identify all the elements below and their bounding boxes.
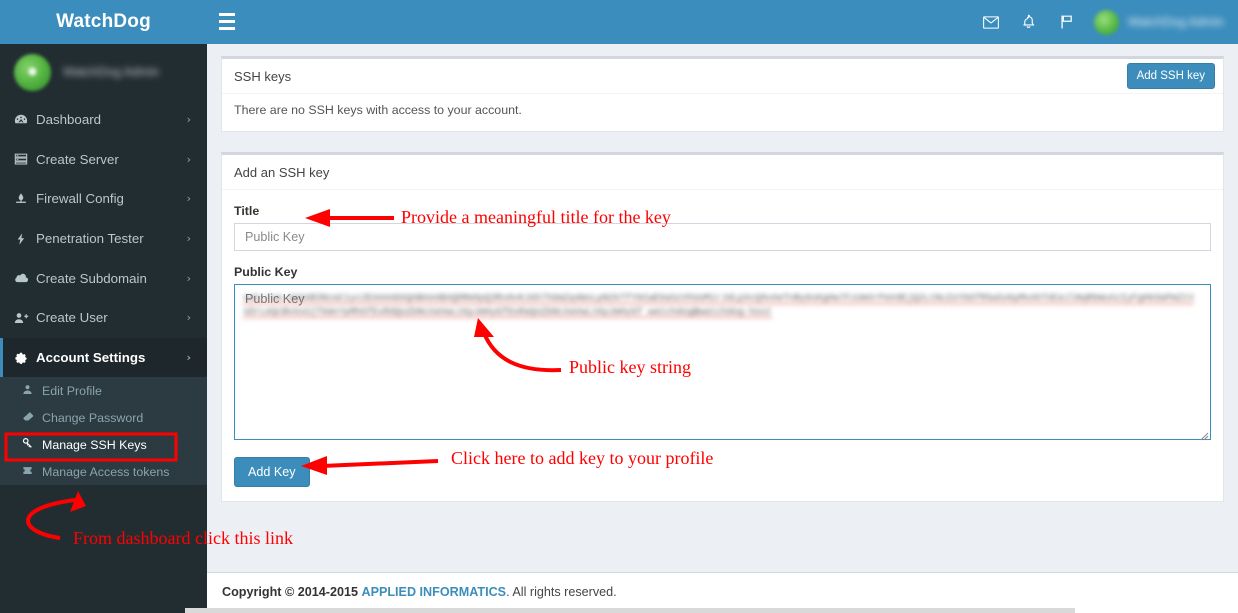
ssh-keys-box-header: SSH keys Add SSH key	[222, 59, 1223, 94]
sidebar-item-manage-ssh-keys[interactable]: Manage SSH Keys	[0, 431, 207, 458]
sidebar-user-name: WatchDog Admin	[63, 65, 160, 79]
title-input[interactable]	[234, 223, 1211, 251]
sidebar-item-create-user[interactable]: Create User ›	[0, 298, 207, 338]
sidebar-subitem-label: Change Password	[42, 410, 144, 425]
user-avatar-icon: ●	[26, 61, 39, 82]
server-icon	[14, 152, 36, 166]
sidebar-subitem-label: Manage SSH Keys	[42, 437, 147, 452]
add-ssh-key-button[interactable]: Add SSH key	[1126, 63, 1215, 89]
footer-rights: . All rights reserved.	[506, 585, 617, 599]
sidebar-item-penetration-tester[interactable]: Penetration Tester ›	[0, 219, 207, 259]
sidebar-nav: Dashboard › Create Server › Firewall Con…	[0, 100, 207, 378]
add-ssh-key-box: Add an SSH key Title Public Key ssh-rsa …	[221, 152, 1224, 502]
add-ssh-key-form: Title Public Key ssh-rsa AAAAB3NzaC1yc2E…	[222, 190, 1223, 501]
add-ssh-key-box-header: Add an SSH key	[222, 155, 1223, 190]
chevron-right-icon: ›	[186, 232, 191, 246]
public-key-textarea-wrapper: ssh-rsa AAAAB3NzaC1yc2EAAAADAQABAAABAQDR…	[234, 284, 1211, 443]
chevron-right-icon: ›	[186, 152, 191, 166]
brand-title: WatchDog	[56, 11, 151, 32]
user-plus-icon	[14, 311, 36, 325]
chevron-right-icon: ›	[186, 350, 191, 364]
add-ssh-key-title: Add an SSH key	[234, 164, 330, 180]
sidebar-item-label: Create Subdomain	[36, 270, 147, 286]
sidebar-item-label: Account Settings	[36, 349, 146, 365]
sidebar-item-create-server[interactable]: Create Server ›	[0, 140, 207, 180]
form-actions: Add Key	[234, 457, 1211, 487]
sidebar-item-label: Firewall Config	[36, 191, 124, 207]
bolt-icon	[14, 232, 36, 246]
chevron-right-icon: ›	[186, 271, 191, 285]
bell-icon[interactable]	[1010, 0, 1048, 44]
sidebar-item-firewall-config[interactable]: Firewall Config ›	[0, 179, 207, 219]
sidebar-item-change-password[interactable]: Change Password	[0, 404, 207, 431]
header-user-name: WatchDog Admin	[1127, 15, 1224, 29]
main-content: SSH keys Add SSH key There are no SSH ke…	[207, 44, 1238, 572]
avatar	[1093, 9, 1119, 35]
chevron-right-icon: ›	[186, 113, 191, 127]
header-icon-group: WatchDog Admin	[972, 0, 1238, 44]
eraser-icon	[22, 411, 42, 425]
cloud-icon	[14, 271, 36, 285]
application-window: WatchDog ● WatchDog Admin Dashboard › Cr…	[0, 0, 1238, 613]
sidebar-item-create-subdomain[interactable]: Create Subdomain ›	[0, 258, 207, 298]
sidebar-subnav-account-settings: Edit Profile Change Password Manage SSH …	[0, 377, 207, 486]
add-key-button[interactable]: Add Key	[234, 457, 310, 487]
flag-icon[interactable]	[1048, 0, 1086, 44]
title-field-label: Title	[234, 204, 260, 218]
sidebar-item-label: Create User	[36, 310, 108, 326]
dashboard-icon	[14, 113, 36, 127]
footer-copyright: Copyright © 2014-2015	[222, 585, 358, 599]
sidebar-subitem-label: Manage Access tokens	[42, 464, 170, 479]
firewall-icon	[14, 192, 36, 206]
top-header: WatchDog Admin	[207, 0, 1238, 44]
sidebar-item-manage-access-tokens[interactable]: Manage Access tokens	[0, 458, 207, 485]
public-key-value: ssh-rsa AAAAB3NzaC1yc2EAAAADAQABAAABAQDR…	[243, 292, 1194, 317]
gear-icon	[14, 350, 36, 365]
ssh-keys-empty-message: There are no SSH keys with access to you…	[234, 103, 522, 117]
chevron-right-icon: ›	[186, 311, 191, 325]
page-footer: Copyright © 2014-2015 APPLIED INFORMATIC…	[207, 572, 1238, 613]
user-icon	[22, 384, 42, 398]
avatar: ●	[14, 53, 51, 91]
brand-logo[interactable]: WatchDog	[0, 0, 207, 44]
envelope-icon[interactable]	[972, 0, 1010, 44]
hamburger-icon[interactable]	[219, 13, 235, 30]
ticket-icon	[22, 465, 42, 479]
sidebar-user-panel[interactable]: ● WatchDog Admin	[0, 44, 207, 100]
sidebar-item-label: Dashboard	[36, 112, 102, 128]
sidebar-item-label: Penetration Tester	[36, 231, 144, 247]
sidebar-item-dashboard[interactable]: Dashboard ›	[0, 100, 207, 140]
sidebar-item-label: Create Server	[36, 151, 119, 167]
ssh-keys-box: SSH keys Add SSH key There are no SSH ke…	[221, 56, 1224, 132]
header-user-menu[interactable]: WatchDog Admin	[1086, 0, 1238, 44]
sidebar-item-edit-profile[interactable]: Edit Profile	[0, 377, 207, 404]
sidebar-subitem-label: Edit Profile	[42, 383, 102, 398]
sidebar: WatchDog ● WatchDog Admin Dashboard › Cr…	[0, 0, 207, 613]
public-key-field-label: Public Key	[234, 265, 298, 279]
footer-company-link[interactable]: APPLIED INFORMATICS	[361, 585, 506, 599]
chevron-right-icon: ›	[186, 192, 191, 206]
key-icon	[22, 437, 42, 452]
horizontal-scrollbar[interactable]	[185, 608, 1075, 613]
sidebar-item-account-settings[interactable]: Account Settings ›	[0, 337, 207, 378]
page-title: SSH keys	[234, 68, 292, 84]
